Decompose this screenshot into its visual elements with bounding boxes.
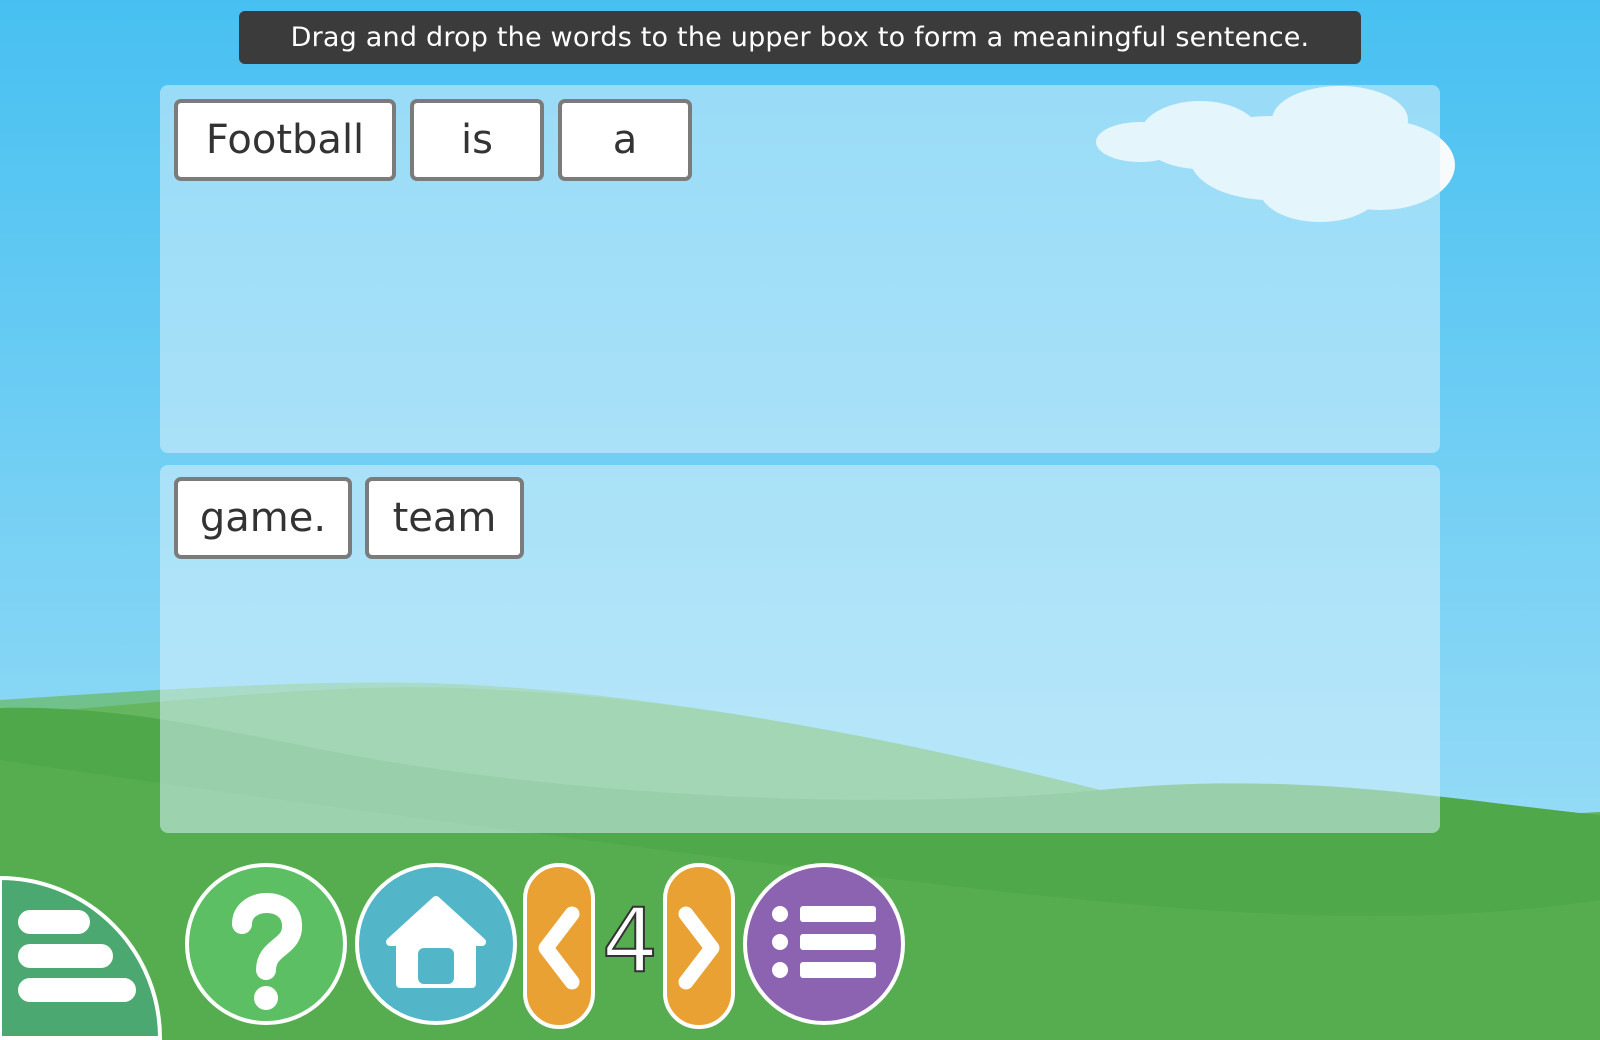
side-menu-button[interactable]: [0, 875, 165, 1040]
page-number: 4: [601, 888, 659, 993]
word-tile[interactable]: team: [365, 477, 524, 559]
list-button[interactable]: [742, 862, 906, 1026]
help-button[interactable]: [184, 862, 348, 1026]
instruction-banner: Drag and drop the words to the upper box…: [239, 11, 1361, 64]
word-bank-zone[interactable]: game. team: [160, 465, 1440, 833]
word-tile[interactable]: Football: [174, 99, 396, 181]
word-tile[interactable]: game.: [174, 477, 352, 559]
home-button[interactable]: [354, 862, 518, 1026]
home-icon: [355, 863, 517, 1025]
next-button[interactable]: [662, 862, 736, 1030]
list-icon: [743, 863, 905, 1025]
hamburger-icon: [0, 875, 163, 1040]
chevron-right-icon: [663, 863, 735, 1029]
previous-button[interactable]: [522, 862, 596, 1030]
word-tile[interactable]: is: [410, 99, 544, 181]
upper-drop-zone[interactable]: Football is a: [160, 85, 1440, 453]
chevron-left-icon: [523, 863, 595, 1029]
word-tile[interactable]: a: [558, 99, 692, 181]
question-mark-icon: [185, 863, 347, 1025]
